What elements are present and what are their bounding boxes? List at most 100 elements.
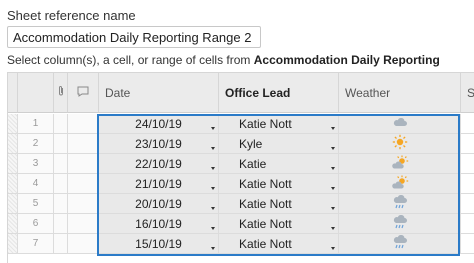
sheet-reference-name-input[interactable] [7, 26, 261, 48]
table-row[interactable]: 6 16/10/19 Katie Nott [8, 214, 474, 234]
weather-cell[interactable] [339, 214, 461, 234]
header-comments[interactable] [68, 73, 99, 113]
extra-cell[interactable] [461, 234, 474, 254]
header-hatch [8, 73, 18, 113]
date-value: 22/10/19 [135, 156, 182, 171]
date-value: 20/10/19 [135, 196, 182, 211]
extra-cell[interactable] [461, 174, 474, 194]
office-lead-cell[interactable]: Kyle [219, 134, 339, 154]
rain-icon [392, 214, 408, 233]
date-cell[interactable]: 22/10/19 [99, 154, 219, 174]
date-cell[interactable]: 15/10/19 [99, 234, 219, 254]
dropdown-indicator-icon [331, 147, 335, 150]
rain-icon [392, 194, 408, 213]
row-comments-cell[interactable] [68, 194, 99, 214]
row-drag-handle[interactable] [8, 114, 18, 134]
row-number: 5 [18, 194, 54, 214]
table-row[interactable]: 4 21/10/19 Katie Nott [8, 174, 474, 194]
extra-cell[interactable] [461, 154, 474, 174]
table-row[interactable]: 7 15/10/19 Katie Nott [8, 234, 474, 254]
column-header-date[interactable]: Date [99, 73, 219, 113]
weather-cell[interactable] [339, 234, 461, 254]
row-attachments-cell[interactable] [54, 214, 68, 234]
row-attachments-cell[interactable] [54, 114, 68, 134]
instruction-text: Select column(s), a cell, or range of ce… [7, 53, 440, 67]
row-comments-cell[interactable] [68, 134, 99, 154]
row-number: 7 [18, 234, 54, 254]
dropdown-indicator-icon [331, 247, 335, 250]
dropdown-indicator-icon [211, 127, 215, 130]
cloudy-icon [392, 116, 408, 131]
date-cell[interactable]: 20/10/19 [99, 194, 219, 214]
row-drag-handle[interactable] [8, 194, 18, 214]
row-drag-handle[interactable] [8, 154, 18, 174]
table-row[interactable]: 5 20/10/19 Katie Nott [8, 194, 474, 214]
extra-cell[interactable] [461, 114, 474, 134]
column-header-office-lead[interactable]: Office Lead [219, 73, 339, 113]
table-row[interactable]: 1 24/10/19 Katie Nott [8, 114, 474, 134]
row-drag-handle[interactable] [8, 174, 18, 194]
extra-cell[interactable] [461, 194, 474, 214]
dropdown-indicator-icon [211, 187, 215, 190]
row-comments-cell[interactable] [68, 174, 99, 194]
weather-cell[interactable] [339, 174, 461, 194]
weather-cell[interactable] [339, 194, 461, 214]
table-row[interactable]: 3 22/10/19 Katie [8, 154, 474, 174]
office-lead-cell[interactable]: Katie Nott [219, 214, 339, 234]
weather-cell[interactable] [339, 154, 461, 174]
instruction-sheet-name: Accommodation Daily Reporting [253, 53, 440, 67]
office-lead-value: Katie Nott [239, 176, 292, 191]
weather-cell[interactable] [339, 134, 461, 154]
row-comments-cell[interactable] [68, 214, 99, 234]
row-comments-cell[interactable] [68, 234, 99, 254]
row-comments-cell[interactable] [68, 114, 99, 134]
date-value: 24/10/19 [135, 116, 182, 131]
dropdown-indicator-icon [331, 227, 335, 230]
instruction-prefix: Select column(s), a cell, or range of ce… [7, 53, 251, 67]
rain-icon [392, 234, 408, 253]
row-attachments-cell[interactable] [54, 154, 68, 174]
office-lead-value: Katie Nott [239, 116, 292, 131]
row-number: 1 [18, 114, 54, 134]
date-value: 23/10/19 [135, 136, 182, 151]
office-lead-cell[interactable]: Katie Nott [219, 174, 339, 194]
partly-sunny-icon [391, 155, 409, 173]
dropdown-indicator-icon [211, 227, 215, 230]
table-row[interactable]: 2 23/10/19 Kyle [8, 134, 474, 154]
column-header-weather[interactable]: Weather [339, 73, 461, 113]
row-attachments-cell[interactable] [54, 134, 68, 154]
extra-cell[interactable] [461, 214, 474, 234]
date-cell[interactable]: 16/10/19 [99, 214, 219, 234]
office-lead-value: Kyle [239, 136, 263, 151]
dropdown-indicator-icon [211, 207, 215, 210]
row-attachments-cell[interactable] [54, 174, 68, 194]
sunny-icon [392, 134, 408, 153]
row-drag-handle[interactable] [8, 134, 18, 154]
date-cell[interactable]: 21/10/19 [99, 174, 219, 194]
row-number: 3 [18, 154, 54, 174]
dropdown-indicator-icon [331, 187, 335, 190]
column-header-extra[interactable]: Se [461, 73, 474, 113]
row-drag-handle[interactable] [8, 234, 18, 254]
partly-sunny-icon [391, 175, 409, 193]
office-lead-value: Katie [239, 156, 267, 171]
office-lead-cell[interactable]: Katie [219, 154, 339, 174]
dropdown-indicator-icon [331, 167, 335, 170]
row-number: 6 [18, 214, 54, 234]
office-lead-cell[interactable]: Katie Nott [219, 194, 339, 214]
header-row-number [18, 73, 54, 113]
row-comments-cell[interactable] [68, 154, 99, 174]
sheet-grid[interactable]: Date Office Lead Weather Se 1 24/10/19 Kat… [7, 72, 474, 263]
office-lead-cell[interactable]: Katie Nott [219, 114, 339, 134]
row-drag-handle[interactable] [8, 214, 18, 234]
header-attachments[interactable] [54, 73, 68, 113]
dropdown-indicator-icon [211, 147, 215, 150]
date-cell[interactable]: 23/10/19 [99, 134, 219, 154]
dropdown-indicator-icon [211, 247, 215, 250]
extra-cell[interactable] [461, 134, 474, 154]
weather-cell[interactable] [339, 114, 461, 134]
row-attachments-cell[interactable] [54, 234, 68, 254]
office-lead-cell[interactable]: Katie Nott [219, 234, 339, 254]
row-attachments-cell[interactable] [54, 194, 68, 214]
date-cell[interactable]: 24/10/19 [99, 114, 219, 134]
